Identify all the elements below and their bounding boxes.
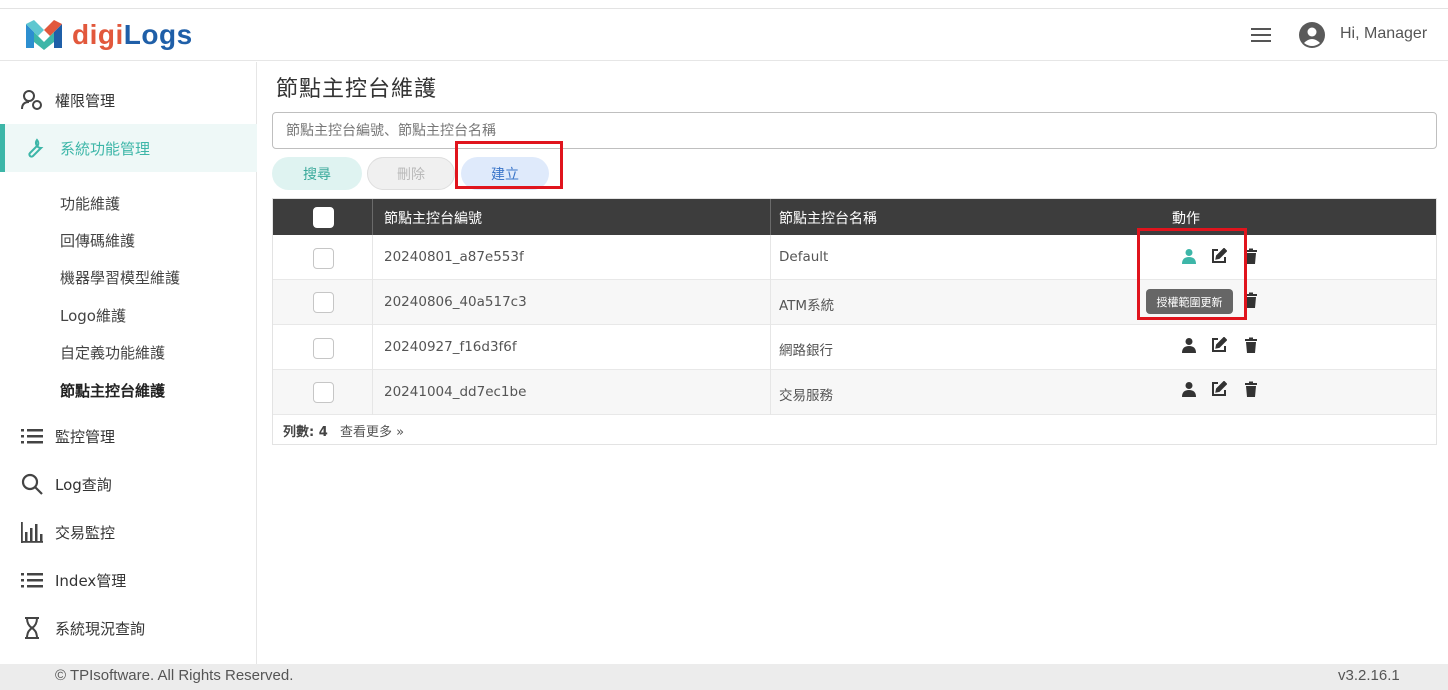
search-input[interactable] xyxy=(272,112,1437,149)
brand-part2: Logs xyxy=(123,19,193,50)
brand-logo[interactable]: digiLogs xyxy=(24,18,193,52)
highlight-actions-box xyxy=(1137,228,1247,320)
page-title: 節點主控台維護 xyxy=(276,77,438,102)
user-auth-icon[interactable] xyxy=(1181,381,1197,397)
cell-separator xyxy=(372,370,373,415)
user-avatar-icon[interactable] xyxy=(1299,22,1325,48)
list-icon xyxy=(21,429,43,444)
sidebar-item-permission[interactable]: 權限管理 xyxy=(0,76,257,124)
column-header-action: 動作 xyxy=(1172,211,1200,227)
search-icon xyxy=(21,473,43,495)
sidebar-item-system-function[interactable]: 系統功能管理 xyxy=(0,124,257,172)
view-more-link[interactable]: 查看更多 » xyxy=(340,421,404,440)
table-row: 20240806_40a517c3 ATM系統 xyxy=(273,280,1436,325)
cell-id: 20240801_a87e553f xyxy=(384,249,524,265)
edit-icon[interactable] xyxy=(1211,381,1227,397)
sidebar-item-label: 監控管理 xyxy=(55,427,116,446)
sidebar-item-system-status[interactable]: 系統現況查詢 xyxy=(0,604,257,652)
cell-separator xyxy=(372,235,373,280)
cell-separator xyxy=(372,325,373,370)
app-header: digiLogs Hi, Manager xyxy=(0,9,1448,61)
sidebar-item-label: 系統現況查詢 xyxy=(55,619,146,638)
sidebar-item-log-query[interactable]: Log查詢 xyxy=(0,460,257,508)
cell-separator xyxy=(770,280,771,325)
sub-item-logo[interactable]: Logo維護 xyxy=(60,305,126,326)
edit-icon[interactable] xyxy=(1211,337,1227,353)
sidebar-item-label: 權限管理 xyxy=(55,91,116,110)
sidebar-item-label: Log查詢 xyxy=(55,475,112,494)
table-row: 20240801_a87e553f Default xyxy=(273,235,1436,280)
cell-id: 20241004_dd7ec1be xyxy=(384,384,527,400)
sub-item-custom-function[interactable]: 自定義功能維護 xyxy=(60,342,165,363)
table-row: 20240927_f16d3f6f 網路銀行 xyxy=(273,325,1436,370)
user-auth-icon[interactable] xyxy=(1181,337,1197,353)
sub-item-function[interactable]: 功能維護 xyxy=(60,193,120,214)
sub-item-return-code[interactable]: 回傳碼維護 xyxy=(60,230,135,251)
version-text: v3.2.16.1 xyxy=(1338,667,1400,684)
table-header: 節點主控台編號 節點主控台名稱 動作 xyxy=(273,199,1436,235)
column-header-id[interactable]: 節點主控台編號 xyxy=(384,208,482,228)
copyright-text: © TPIsoftware. All Rights Reserved. xyxy=(55,667,294,684)
header-separator xyxy=(770,199,771,235)
digilogs-logo-icon xyxy=(26,20,62,50)
table-row: 20241004_dd7ec1be 交易服務 xyxy=(273,370,1436,415)
menu-toggle-icon[interactable] xyxy=(1251,25,1271,45)
cell-name: 網路銀行 xyxy=(779,343,833,359)
cell-name: 交易服務 xyxy=(779,388,833,404)
row-checkbox[interactable] xyxy=(313,248,334,269)
row-checkbox[interactable] xyxy=(313,382,334,403)
cell-separator xyxy=(372,280,373,325)
sub-item-node-console[interactable]: 節點主控台維護 xyxy=(60,380,165,401)
cell-name: Default xyxy=(779,249,829,265)
brand-name: digiLogs xyxy=(72,19,193,51)
row-checkbox[interactable] xyxy=(313,338,334,359)
sidebar-item-monitor[interactable]: 監控管理 xyxy=(0,412,257,460)
app-footer: © TPIsoftware. All Rights Reserved. v3.2… xyxy=(0,664,1448,690)
hourglass-icon xyxy=(25,617,39,639)
highlight-create-box xyxy=(455,141,563,189)
sidebar-item-label: 交易監控 xyxy=(55,523,116,542)
trash-icon[interactable] xyxy=(1243,381,1259,397)
user-greeting[interactable]: Hi, Manager xyxy=(1340,25,1427,43)
sub-item-ml-model[interactable]: 機器學習模型維護 xyxy=(60,267,180,288)
brand-part1: digi xyxy=(72,19,124,50)
permission-icon xyxy=(21,90,42,110)
cell-separator xyxy=(770,325,771,370)
header-separator xyxy=(372,199,373,235)
sidebar-item-transaction-monitor[interactable]: 交易監控 xyxy=(0,508,257,556)
node-console-table: 節點主控台編號 節點主控台名稱 動作 20240801_a87e553f Def… xyxy=(272,198,1437,445)
select-all-checkbox[interactable] xyxy=(313,207,334,228)
sidebar-item-label: 系統功能管理 xyxy=(60,139,151,158)
sidebar: 權限管理 系統功能管理 功能維護 回傳碼維護 機器學習模型維護 Logo維護 自… xyxy=(0,62,257,664)
bar-chart-icon xyxy=(21,522,43,543)
list-icon xyxy=(21,573,43,588)
sidebar-item-index[interactable]: Index管理 xyxy=(0,556,257,604)
delete-button[interactable]: 刪除 xyxy=(367,157,455,190)
sidebar-item-label: Index管理 xyxy=(55,571,127,590)
trash-icon[interactable] xyxy=(1243,337,1259,353)
row-count: 列數: 4 xyxy=(283,425,328,440)
cell-separator xyxy=(770,235,771,280)
table-footer: 列數: 4 查看更多 » xyxy=(273,413,1436,444)
double-chevron-right-icon: » xyxy=(396,425,405,440)
row-checkbox[interactable] xyxy=(313,292,334,313)
view-more-label: 查看更多 xyxy=(340,425,393,440)
column-header-name[interactable]: 節點主控台名稱 xyxy=(779,208,877,228)
search-button[interactable]: 搜尋 xyxy=(272,157,362,190)
wrench-icon xyxy=(28,138,44,158)
cell-id: 20240806_40a517c3 xyxy=(384,294,527,310)
cell-separator xyxy=(770,370,771,415)
cell-id: 20240927_f16d3f6f xyxy=(384,339,517,355)
cell-name: ATM系統 xyxy=(779,298,835,314)
